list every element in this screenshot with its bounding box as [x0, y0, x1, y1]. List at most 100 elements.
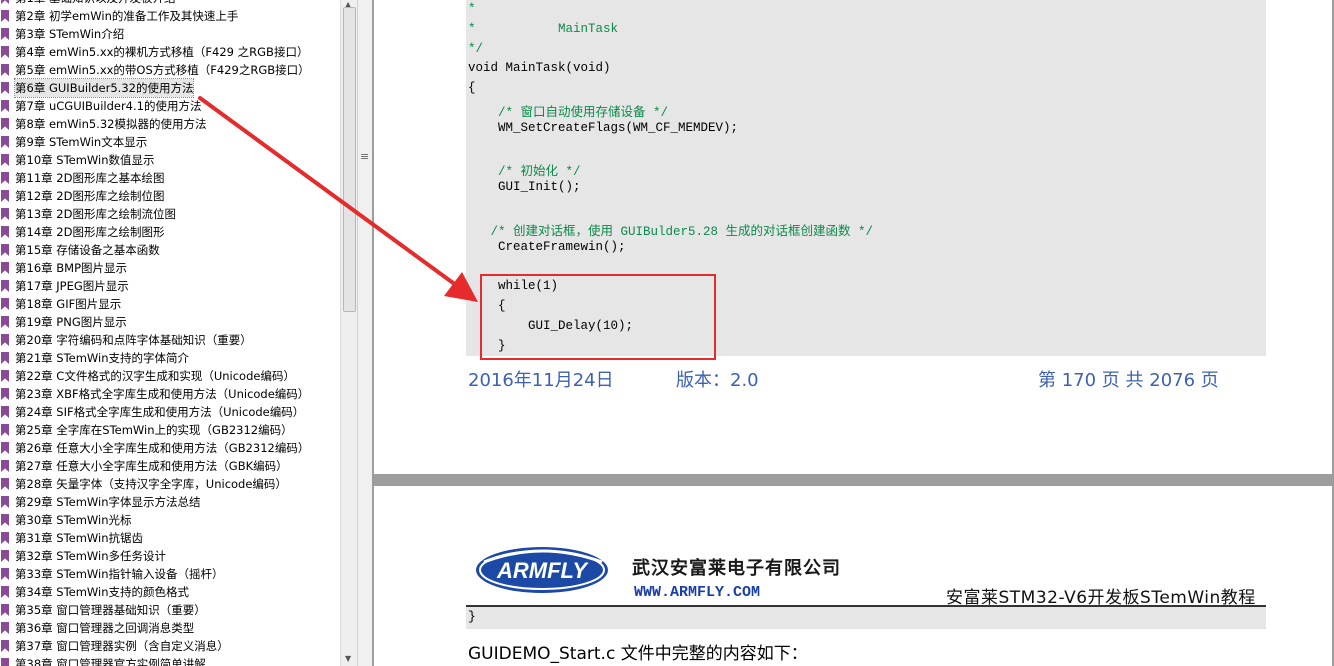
sidebar-item[interactable]: 第6章 GUIBuilder5.32的使用方法: [0, 78, 340, 98]
sidebar-item[interactable]: 第33章 STemWin指针输入设备（摇杆）: [0, 565, 340, 583]
armfly-logo: ARMFLY: [476, 547, 608, 593]
bookmark-icon: [1, 496, 9, 508]
document-viewer[interactable]: * * MainTask */ void MainTask(void) { /* 窗口自…: [372, 0, 1334, 666]
sidebar-item[interactable]: 第17章 JPEG图片显示: [0, 277, 340, 295]
sidebar-item-label: 第7章 uCGUIBuilder4.1的使用方法: [15, 99, 202, 113]
code-line: /* 窗口自动使用存储设备 */: [468, 106, 669, 120]
sidebar-item[interactable]: 第19章 PNG图片显示: [0, 313, 340, 331]
scrollbar-thumb[interactable]: [343, 7, 356, 312]
bookmark-icon: [1, 298, 9, 310]
bookmark-icon: [1, 316, 9, 328]
bookmark-icon: [1, 370, 9, 382]
sidebar-item[interactable]: 第10章 STemWin数值显示: [0, 151, 340, 169]
bookmark-icon: [1, 118, 9, 130]
sidebar-item[interactable]: 第5章 emWin5.xx的带OS方式移植（F429之RGB接口）: [0, 61, 340, 79]
sidebar-item[interactable]: 第21章 STemWin支持的字体简介: [0, 349, 340, 367]
scroll-down-arrow-icon[interactable]: ▼: [345, 654, 351, 663]
bookmark-icon: [1, 460, 9, 472]
sidebar-item[interactable]: 第18章 GIF图片显示: [0, 295, 340, 313]
code-line: CreateFramewin();: [468, 239, 626, 254]
splitter-grip-icon[interactable]: ≡: [360, 150, 369, 163]
sidebar-item[interactable]: 第28章 矢量字体（支持汉字全字库，Unicode编码）: [0, 475, 340, 493]
sidebar-item[interactable]: 第25章 全字库在STemWin上的实现（GB2312编码）: [0, 421, 340, 439]
code-line: WM_SetCreateFlags(WM_CF_MEMDEV);: [468, 120, 739, 135]
bookmark-icon: [1, 514, 9, 526]
bookmark-icon: [1, 208, 9, 220]
sidebar-item[interactable]: 第20章 字符编码和点阵字体基础知识（重要）: [0, 331, 340, 349]
sidebar-item-label: 第1章 基础知识以及开发板介绍: [15, 0, 175, 7]
sidebar-item-label: 第5章 emWin5.xx的带OS方式移植（F429之RGB接口）: [15, 63, 310, 77]
bookmark-icon: [1, 136, 9, 148]
sidebar-item[interactable]: 第1章 基础知识以及开发板介绍: [0, 0, 340, 7]
sidebar-item-label: 第20章 字符编码和点阵字体基础知识（重要）: [15, 333, 252, 347]
code-line: }: [468, 609, 476, 624]
sidebar-item[interactable]: 第35章 窗口管理器基础知识（重要）: [0, 601, 340, 619]
sidebar-item-label: 第9章 STemWin文本显示: [15, 135, 148, 149]
sidebar-item[interactable]: 第9章 STemWin文本显示: [0, 133, 340, 151]
document-page-171: ARMFLY 武汉安富莱电子有限公司 WWW.ARMFLY.COM 安富莱STM…: [374, 486, 1332, 666]
sidebar-item-label: 第17章 JPEG图片显示: [15, 279, 129, 293]
sidebar-item-label: 第35章 窗口管理器基础知识（重要）: [15, 603, 206, 617]
sidebar-item-label: 第25章 全字库在STemWin上的实现（GB2312编码）: [15, 423, 293, 437]
highlight-box: [480, 274, 716, 360]
footer-date: 2016年11月24日: [468, 370, 614, 391]
sidebar-item-label: 第6章 GUIBuilder5.32的使用方法: [13, 78, 195, 98]
sidebar-item[interactable]: 第26章 任意大小全字库生成和使用方法（GB2312编码）: [0, 439, 340, 457]
bookmark-icon: [1, 280, 9, 292]
sidebar-item[interactable]: 第3章 STemWin介绍: [0, 25, 340, 43]
bookmark-icon: [1, 190, 9, 202]
sidebar-item[interactable]: 第8章 emWin5.32模拟器的使用方法: [0, 115, 340, 133]
sidebar-item-label: 第8章 emWin5.32模拟器的使用方法: [15, 117, 207, 131]
code-line: /* 初始化 */: [468, 165, 581, 180]
bookmark-icon: [1, 424, 9, 436]
sidebar-item-label: 第26章 任意大小全字库生成和使用方法（GB2312编码）: [15, 441, 310, 455]
bookmark-icon: [1, 0, 9, 4]
sidebar-item[interactable]: 第16章 BMP图片显示: [0, 259, 340, 277]
sidebar-item[interactable]: 第11章 2D图形库之基本绘图: [0, 169, 340, 187]
code-line: */: [468, 41, 484, 56]
sidebar-item[interactable]: 第2章 初学emWin的准备工作及其快速上手: [0, 7, 340, 25]
sidebar-item[interactable]: 第13章 2D图形库之绘制流位图: [0, 205, 340, 223]
sidebar-item-label: 第29章 STemWin字体显示方法总结: [15, 495, 201, 509]
sidebar-item[interactable]: 第36章 窗口管理器之回调消息类型: [0, 619, 340, 637]
sidebar-item[interactable]: 第7章 uCGUIBuilder4.1的使用方法: [0, 97, 340, 115]
sidebar-item-label: 第21章 STemWin支持的字体简介: [15, 351, 190, 365]
sidebar-scrollbar[interactable]: ▲ ▼: [340, 0, 357, 666]
sidebar-item-label: 第22章 C文件格式的汉字生成和实现（Unicode编码）: [15, 369, 295, 383]
sidebar-item-label: 第3章 STemWin介绍: [15, 27, 125, 41]
sidebar-item[interactable]: 第30章 STemWin光标: [0, 511, 340, 529]
panel-splitter[interactable]: ≡: [357, 0, 373, 666]
sidebar-item-label: 第30章 STemWin光标: [15, 513, 132, 527]
company-url: WWW.ARMFLY.COM: [634, 584, 761, 601]
bookmark-icon: [1, 226, 9, 238]
sidebar-item[interactable]: 第37章 窗口管理器实例（含自定义消息）: [0, 637, 340, 655]
sidebar-item[interactable]: 第22章 C文件格式的汉字生成和实现（Unicode编码）: [0, 367, 340, 385]
sidebar-item[interactable]: 第31章 STemWin抗锯齿: [0, 529, 340, 547]
sidebar-item[interactable]: 第23章 XBF格式全字库生成和使用方法（Unicode编码）: [0, 385, 340, 403]
sidebar-item[interactable]: 第24章 SIF格式全字库生成和使用方法（Unicode编码）: [0, 403, 340, 421]
sidebar-item[interactable]: 第38章 窗口管理器官方实例简单讲解: [0, 655, 340, 666]
bookmark-icon: [1, 64, 9, 76]
sidebar-item-label: 第16章 BMP图片显示: [15, 261, 128, 275]
code-line: GUI_Init();: [468, 180, 581, 195]
code-line: void MainTask(void): [468, 61, 611, 76]
sidebar-item[interactable]: 第4章 emWin5.xx的裸机方式移植（F429 之RGB接口）: [0, 43, 340, 61]
sidebar-item[interactable]: 第29章 STemWin字体显示方法总结: [0, 493, 340, 511]
sidebar-item[interactable]: 第12章 2D图形库之绘制位图: [0, 187, 340, 205]
sidebar-item[interactable]: 第32章 STemWin多任务设计: [0, 547, 340, 565]
sidebar-item[interactable]: 第15章 存储设备之基本函数: [0, 241, 340, 259]
code-line: *: [468, 2, 476, 16]
sidebar-item-label: 第28章 矢量字体（支持汉字全字库，Unicode编码）: [15, 477, 287, 491]
bookmark-icon: [1, 532, 9, 544]
sidebar-item-label: 第23章 XBF格式全字库生成和使用方法（Unicode编码）: [15, 387, 310, 401]
bookmark-panel: 第1章 基础知识以及开发板介绍第2章 初学emWin的准备工作及其快速上手第3章…: [0, 0, 340, 666]
sidebar-item[interactable]: 第27章 任意大小全字库生成和使用方法（GBK编码）: [0, 457, 340, 475]
code-block: }: [466, 607, 1266, 629]
sidebar-item[interactable]: 第34章 STemWin支持的颜色格式: [0, 583, 340, 601]
bookmark-icon: [1, 586, 9, 598]
sidebar-item-label: 第34章 STemWin支持的颜色格式: [15, 585, 190, 599]
body-text: GUIDEMO_Start.c 文件中完整的内容如下：: [468, 644, 808, 664]
bookmark-icon: [1, 658, 9, 666]
sidebar-item[interactable]: 第14章 2D图形库之绘制图形: [0, 223, 340, 241]
bookmark-icon: [1, 388, 9, 400]
